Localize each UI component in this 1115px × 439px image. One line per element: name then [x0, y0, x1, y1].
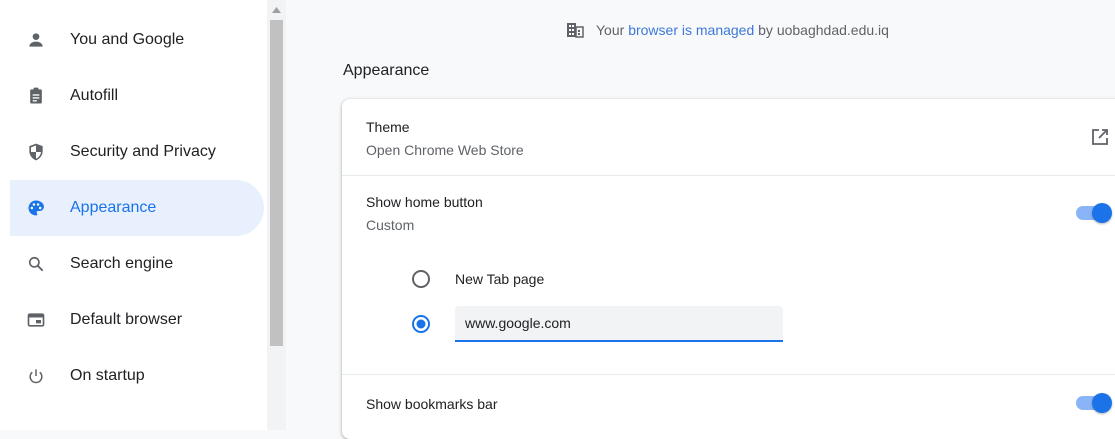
divider — [342, 175, 1115, 176]
custom-url-field[interactable] — [455, 306, 783, 342]
sidebar-item-label: Appearance — [70, 199, 157, 216]
home-button-subtitle: Custom — [366, 217, 415, 233]
radio-label-new-tab-page[interactable]: New Tab page — [455, 271, 544, 287]
radio-custom-url[interactable] — [411, 314, 431, 334]
scrollbar-thumb[interactable] — [270, 20, 283, 346]
managed-prefix: Your — [596, 22, 625, 38]
sidebar-item-you-and-google[interactable]: You and Google — [10, 12, 264, 68]
sidebar-item-label: On startup — [70, 367, 145, 384]
sidebar-item-label: Autofill — [70, 87, 119, 104]
sidebar-item-label: Default browser — [70, 311, 183, 328]
managed-suffix: by uobaghdad.edu.iq — [758, 22, 889, 38]
home-button-toggle[interactable] — [1076, 203, 1112, 223]
sidebar-item-security-and-privacy[interactable]: Security and Privacy — [10, 124, 264, 180]
radio-new-tab-page[interactable] — [411, 269, 431, 289]
toggle-knob — [1092, 203, 1112, 223]
settings-sidebar: You and Google Autofill Security and Pri… — [0, 0, 267, 430]
theme-subtitle: Open Chrome Web Store — [366, 142, 524, 158]
theme-title: Theme — [366, 119, 410, 135]
scroll-up-arrow-icon[interactable] — [267, 0, 286, 20]
section-title: Appearance — [343, 62, 430, 79]
palette-icon — [24, 196, 48, 220]
sidebar-item-autofill[interactable]: Autofill — [10, 68, 264, 124]
divider — [342, 374, 1115, 375]
appearance-card: Theme Open Chrome Web Store Show home bu… — [342, 99, 1115, 439]
toggle-knob — [1092, 393, 1112, 413]
sidebar-item-appearance[interactable]: Appearance — [10, 180, 264, 236]
clipboard-icon — [24, 84, 48, 108]
power-icon — [24, 364, 48, 388]
bookmarks-bar-title: Show bookmarks bar — [366, 396, 498, 412]
search-icon — [24, 252, 48, 276]
sidebar-item-search-engine[interactable]: Search engine — [10, 236, 264, 292]
sidebar-item-default-browser[interactable]: Default browser — [10, 292, 264, 348]
shield-icon — [24, 140, 48, 164]
managed-notice: Your browser is managed by uobaghdad.edu… — [566, 20, 889, 40]
bookmarks-bar-toggle[interactable] — [1076, 393, 1112, 413]
managed-link[interactable]: browser is managed — [628, 22, 754, 38]
sidebar-item-on-startup[interactable]: On startup — [10, 348, 264, 404]
custom-url-input[interactable] — [455, 306, 783, 340]
sidebar-scrollbar[interactable] — [267, 0, 286, 430]
person-icon — [24, 28, 48, 52]
open-in-new-icon[interactable] — [1090, 127, 1110, 147]
sidebar-item-label: Security and Privacy — [70, 143, 216, 160]
home-button-title: Show home button — [366, 194, 483, 210]
sidebar-item-label: You and Google — [70, 31, 185, 48]
building-icon — [566, 21, 584, 39]
browser-window-icon — [24, 308, 48, 332]
sidebar-item-label: Search engine — [70, 255, 174, 272]
